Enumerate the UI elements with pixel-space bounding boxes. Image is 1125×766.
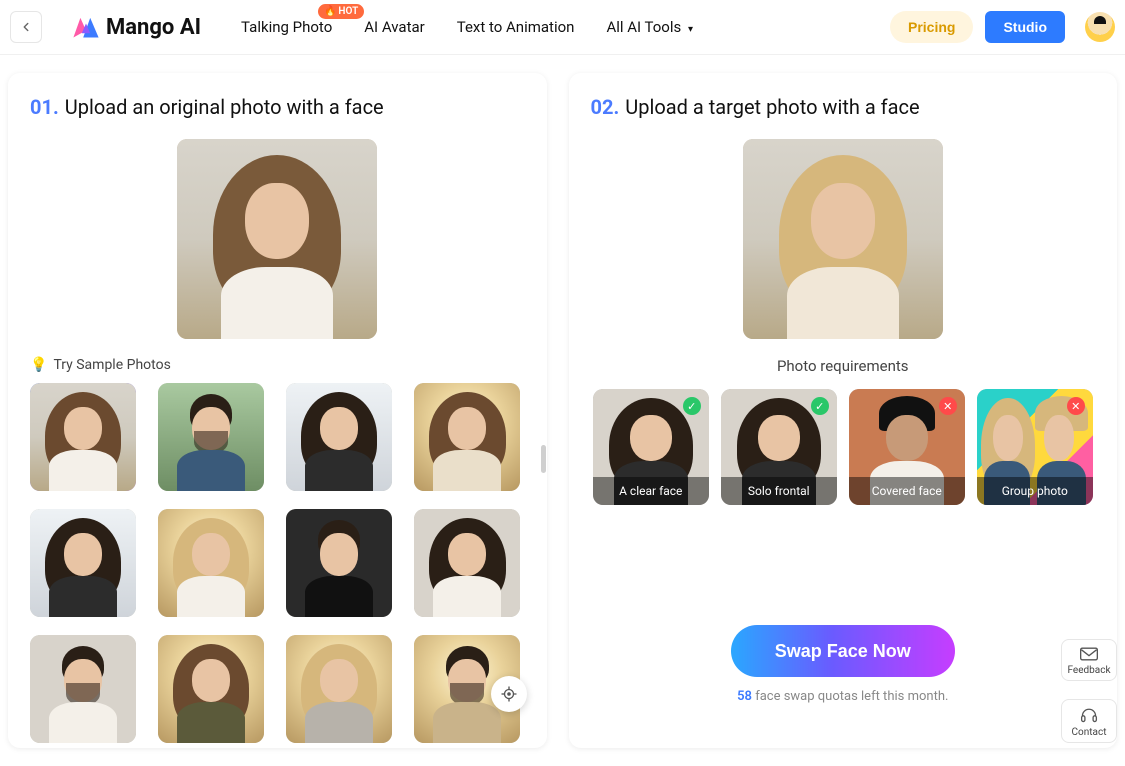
nav-ai-avatar[interactable]: AI Avatar	[364, 18, 424, 36]
contact-button[interactable]: Contact	[1061, 699, 1117, 743]
sample-photo[interactable]	[286, 635, 392, 743]
requirement-covered-face: ✕ Covered face	[849, 389, 965, 505]
brand-logo[interactable]: Mango AI	[72, 15, 201, 40]
feedback-button[interactable]: Feedback	[1061, 639, 1117, 681]
header: Mango AI Talking Photo 🔥HOT AI Avatar Te…	[0, 0, 1125, 55]
mail-icon	[1079, 646, 1099, 662]
locate-button[interactable]	[491, 676, 527, 712]
sample-photo[interactable]	[414, 509, 520, 617]
target-photo-preview[interactable]	[743, 139, 943, 339]
hot-badge: 🔥HOT	[318, 4, 364, 19]
sample-photo[interactable]	[414, 383, 520, 491]
sample-photos-grid	[30, 383, 525, 743]
studio-button[interactable]: Studio	[985, 11, 1065, 43]
check-icon: ✓	[683, 397, 701, 415]
sample-photos-label: 💡 Try Sample Photos	[30, 357, 525, 373]
nav-text-to-animation[interactable]: Text to Animation	[457, 18, 575, 36]
sample-photo[interactable]	[30, 383, 136, 491]
nav-all-tools[interactable]: All AI Tools ▾	[606, 18, 693, 36]
requirement-clear-face: ✓ A clear face	[593, 389, 709, 505]
user-avatar[interactable]	[1085, 12, 1115, 42]
logo-mark-icon	[72, 15, 100, 39]
sample-photo[interactable]	[158, 509, 264, 617]
requirement-solo-frontal: ✓ Solo frontal	[721, 389, 837, 505]
x-icon: ✕	[1067, 397, 1085, 415]
chevron-down-icon: ▾	[688, 24, 693, 35]
sample-scrollbar[interactable]	[541, 445, 546, 473]
sample-photo[interactable]	[158, 635, 264, 743]
photo-requirements: ✓ A clear face ✓ Solo frontal ✕ Covered …	[591, 389, 1095, 505]
brand-name: Mango AI	[106, 15, 201, 40]
x-icon: ✕	[939, 397, 957, 415]
step-2-title: 02.Upload a target photo with a face	[591, 95, 1095, 119]
upload-target-panel: 02.Upload a target photo with a face Pho…	[569, 73, 1117, 748]
main-content: 01.Upload an original photo with a face …	[0, 55, 1125, 766]
main-nav: Talking Photo 🔥HOT AI Avatar Text to Ani…	[241, 18, 693, 36]
pricing-button[interactable]: Pricing	[890, 11, 973, 43]
sample-photo[interactable]	[286, 383, 392, 491]
step-1-title: 01.Upload an original photo with a face	[30, 95, 525, 119]
back-button[interactable]	[10, 11, 42, 43]
crosshair-icon	[500, 685, 518, 703]
requirement-group-photo: ✕ Group photo	[977, 389, 1093, 505]
sample-photo[interactable]	[158, 383, 264, 491]
check-icon: ✓	[811, 397, 829, 415]
quota-text: 58 face swap quotas left this month.	[591, 689, 1095, 704]
photo-requirements-title: Photo requirements	[591, 357, 1095, 375]
swap-face-button[interactable]: Swap Face Now	[731, 625, 955, 677]
headset-icon	[1079, 706, 1099, 724]
nav-talking-photo[interactable]: Talking Photo 🔥HOT	[241, 18, 332, 36]
original-photo-preview[interactable]	[177, 139, 377, 339]
sample-photo[interactable]	[30, 509, 136, 617]
upload-original-panel: 01.Upload an original photo with a face …	[8, 73, 547, 748]
chevron-left-icon	[19, 20, 33, 34]
sample-photo[interactable]	[286, 509, 392, 617]
lightbulb-icon: 💡	[30, 357, 47, 373]
sample-photo[interactable]	[30, 635, 136, 743]
